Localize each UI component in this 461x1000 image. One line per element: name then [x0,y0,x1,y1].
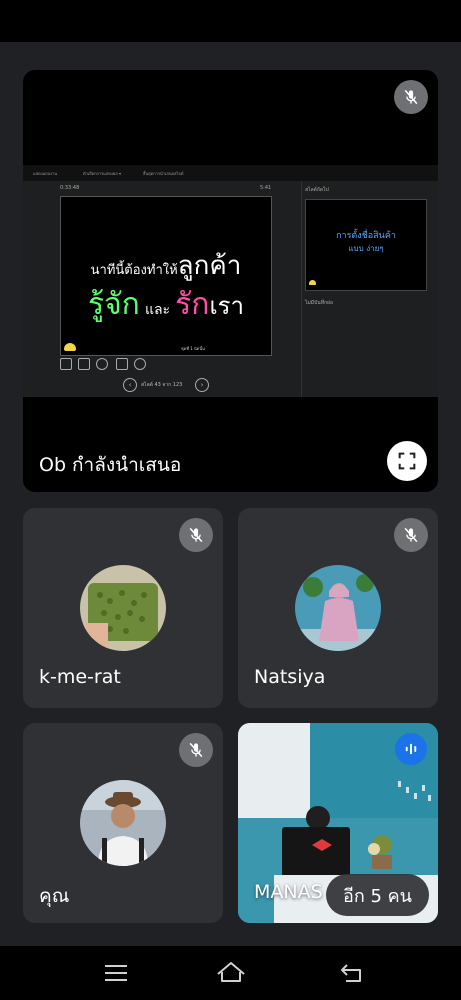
participant-name: Natsiya [254,666,326,688]
elapsed-time: 0:33:48 [60,185,80,191]
slide-footer: ชุดที่ 1 นัดนั้น [181,346,205,351]
shared-screen: แสดงแถบงาน ตัวเลือกการแสดงผล ▾ สิ้นสุดกา… [23,165,438,397]
next-slide-button[interactable]: › [195,378,209,392]
participant-name: k-me-rat [39,666,121,688]
thumb-line-1: การตั้งชื่อสินค้า [336,231,396,241]
participant-name: คุณ [39,885,70,907]
slide-controls [60,358,270,372]
mic-off-icon [179,518,213,552]
menu-item-taskbar[interactable]: แสดงแถบงาน [33,170,57,177]
clock-time: 5:41 [260,185,272,191]
home-icon[interactable] [215,960,247,984]
participant-tile-k-me-rat[interactable]: k-me-rat [23,508,223,708]
avatar [295,565,381,651]
slide-navigation: ‹ สไลด์ 43 จาก 123 › [123,378,213,392]
next-slide-thumbnail: การตั้งชื่อสินค้า แบบ ง่ายๆ [305,199,427,291]
participant-tile-you[interactable]: คุณ [23,723,223,923]
zoom-icon[interactable] [96,358,108,370]
slide-line-2: รู้จัก และ รักเรา [87,287,245,322]
presentation-tile[interactable]: แสดงแถบงาน ตัวเลือกการแสดงผล ▾ สิ้นสุดกา… [23,70,438,492]
notes-label: ไม่มีบันทึกย่อ [305,300,333,306]
prev-slide-button[interactable]: ‹ [123,378,137,392]
more-options-icon[interactable] [134,358,146,370]
pen-icon[interactable] [60,358,72,370]
more-participants-chip[interactable]: อีก 5 คน [326,874,429,916]
slide-counter: สไลด์ 43 จาก 123 [141,382,183,388]
next-slide-header: สไลด์ถัดไป [305,187,329,193]
system-navigation-bar [0,946,461,1000]
thumb-character-icon [309,280,316,285]
mic-off-icon [394,80,428,114]
menu-item-display[interactable]: ตัวเลือกการแสดงผล ▾ [83,170,121,177]
fullscreen-button[interactable] [387,441,427,481]
grid-icon[interactable] [78,358,90,370]
screen-icon[interactable] [116,358,128,370]
fullscreen-icon [398,452,416,470]
slide-character-icon [64,343,76,351]
mic-off-icon [394,518,428,552]
mic-off-icon [179,733,213,767]
presenter-window-bar: แสดงแถบงาน ตัวเลือกการแสดงผล ▾ สิ้นสุดกา… [23,165,438,181]
back-icon[interactable] [340,963,364,983]
participant-name: MANAS [254,881,323,903]
slide-line-1: นาทีนี้ต้องทำให้ลูกค้า [90,251,242,281]
avatar [80,780,166,866]
status-bar [0,0,461,42]
current-slide: นาทีนี้ต้องทำให้ลูกค้า รู้จัก และ รักเรา… [60,196,272,356]
thumb-line-2: แบบ ง่ายๆ [348,244,384,253]
avatar [80,565,166,651]
speaking-indicator-icon [395,733,427,765]
recent-apps-icon[interactable] [104,964,128,982]
menu-item-end-show[interactable]: สิ้นสุดการนำเสนอสไลด์ [143,170,183,177]
presenter-label: Ob กำลังนำเสนอ [39,454,182,476]
participant-tile-natsiya[interactable]: Natsiya [238,508,438,708]
presenter-side-panel: สไลด์ถัดไป การตั้งชื่อสินค้า แบบ ง่ายๆ ไ… [301,181,438,397]
